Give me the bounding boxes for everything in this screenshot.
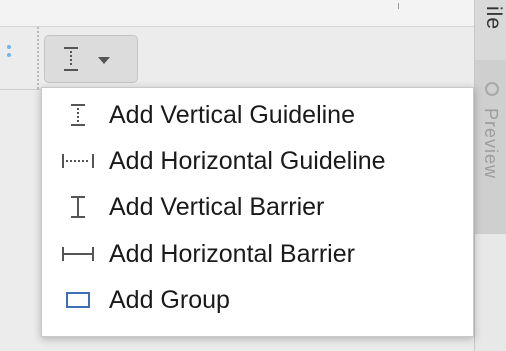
menu-item-label: Add Horizontal Guideline (109, 147, 386, 175)
menu-item-label: Add Vertical Barrier (109, 193, 325, 221)
menu-item-add-group[interactable]: Add Group (42, 277, 473, 323)
constraint-handle-icon (6, 45, 12, 59)
horizontal-barrier-icon (59, 241, 97, 267)
vertical-barrier-icon (59, 194, 97, 220)
side-tab-top-label: ile (482, 6, 505, 31)
guidelines-dropdown-button[interactable] (44, 35, 138, 83)
menu-item-label: Add Group (109, 286, 230, 314)
guidelines-dropdown-menu: Add Vertical Guideline Add Horizontal Gu… (41, 87, 474, 337)
vertical-guideline-icon (59, 102, 97, 128)
horizontal-guideline-icon (59, 148, 97, 174)
menu-item-add-horizontal-barrier[interactable]: Add Horizontal Barrier (42, 231, 473, 277)
layout-toolbar (0, 27, 474, 90)
vertical-guideline-icon (61, 46, 81, 72)
preview-tab[interactable]: Preview (475, 60, 506, 234)
menu-item-label: Add Vertical Guideline (109, 101, 355, 129)
preview-tab-label: Preview (481, 108, 501, 180)
menu-item-label: Add Horizontal Barrier (109, 240, 355, 268)
editor-canvas-strip (0, 0, 474, 27)
chevron-down-icon (98, 57, 110, 64)
group-icon (59, 287, 97, 313)
preview-icon (485, 82, 499, 96)
side-panel-lower (475, 234, 506, 351)
menu-item-add-horizontal-guideline[interactable]: Add Horizontal Guideline (42, 138, 473, 184)
menu-item-add-vertical-guideline[interactable]: Add Vertical Guideline (42, 92, 473, 138)
menu-item-add-vertical-barrier[interactable]: Add Vertical Barrier (42, 184, 473, 230)
side-tab-top[interactable]: ile (475, 0, 506, 60)
ruler-tick (398, 3, 399, 9)
side-panel: ile Preview (474, 0, 506, 351)
toolbar-separator (37, 27, 39, 89)
